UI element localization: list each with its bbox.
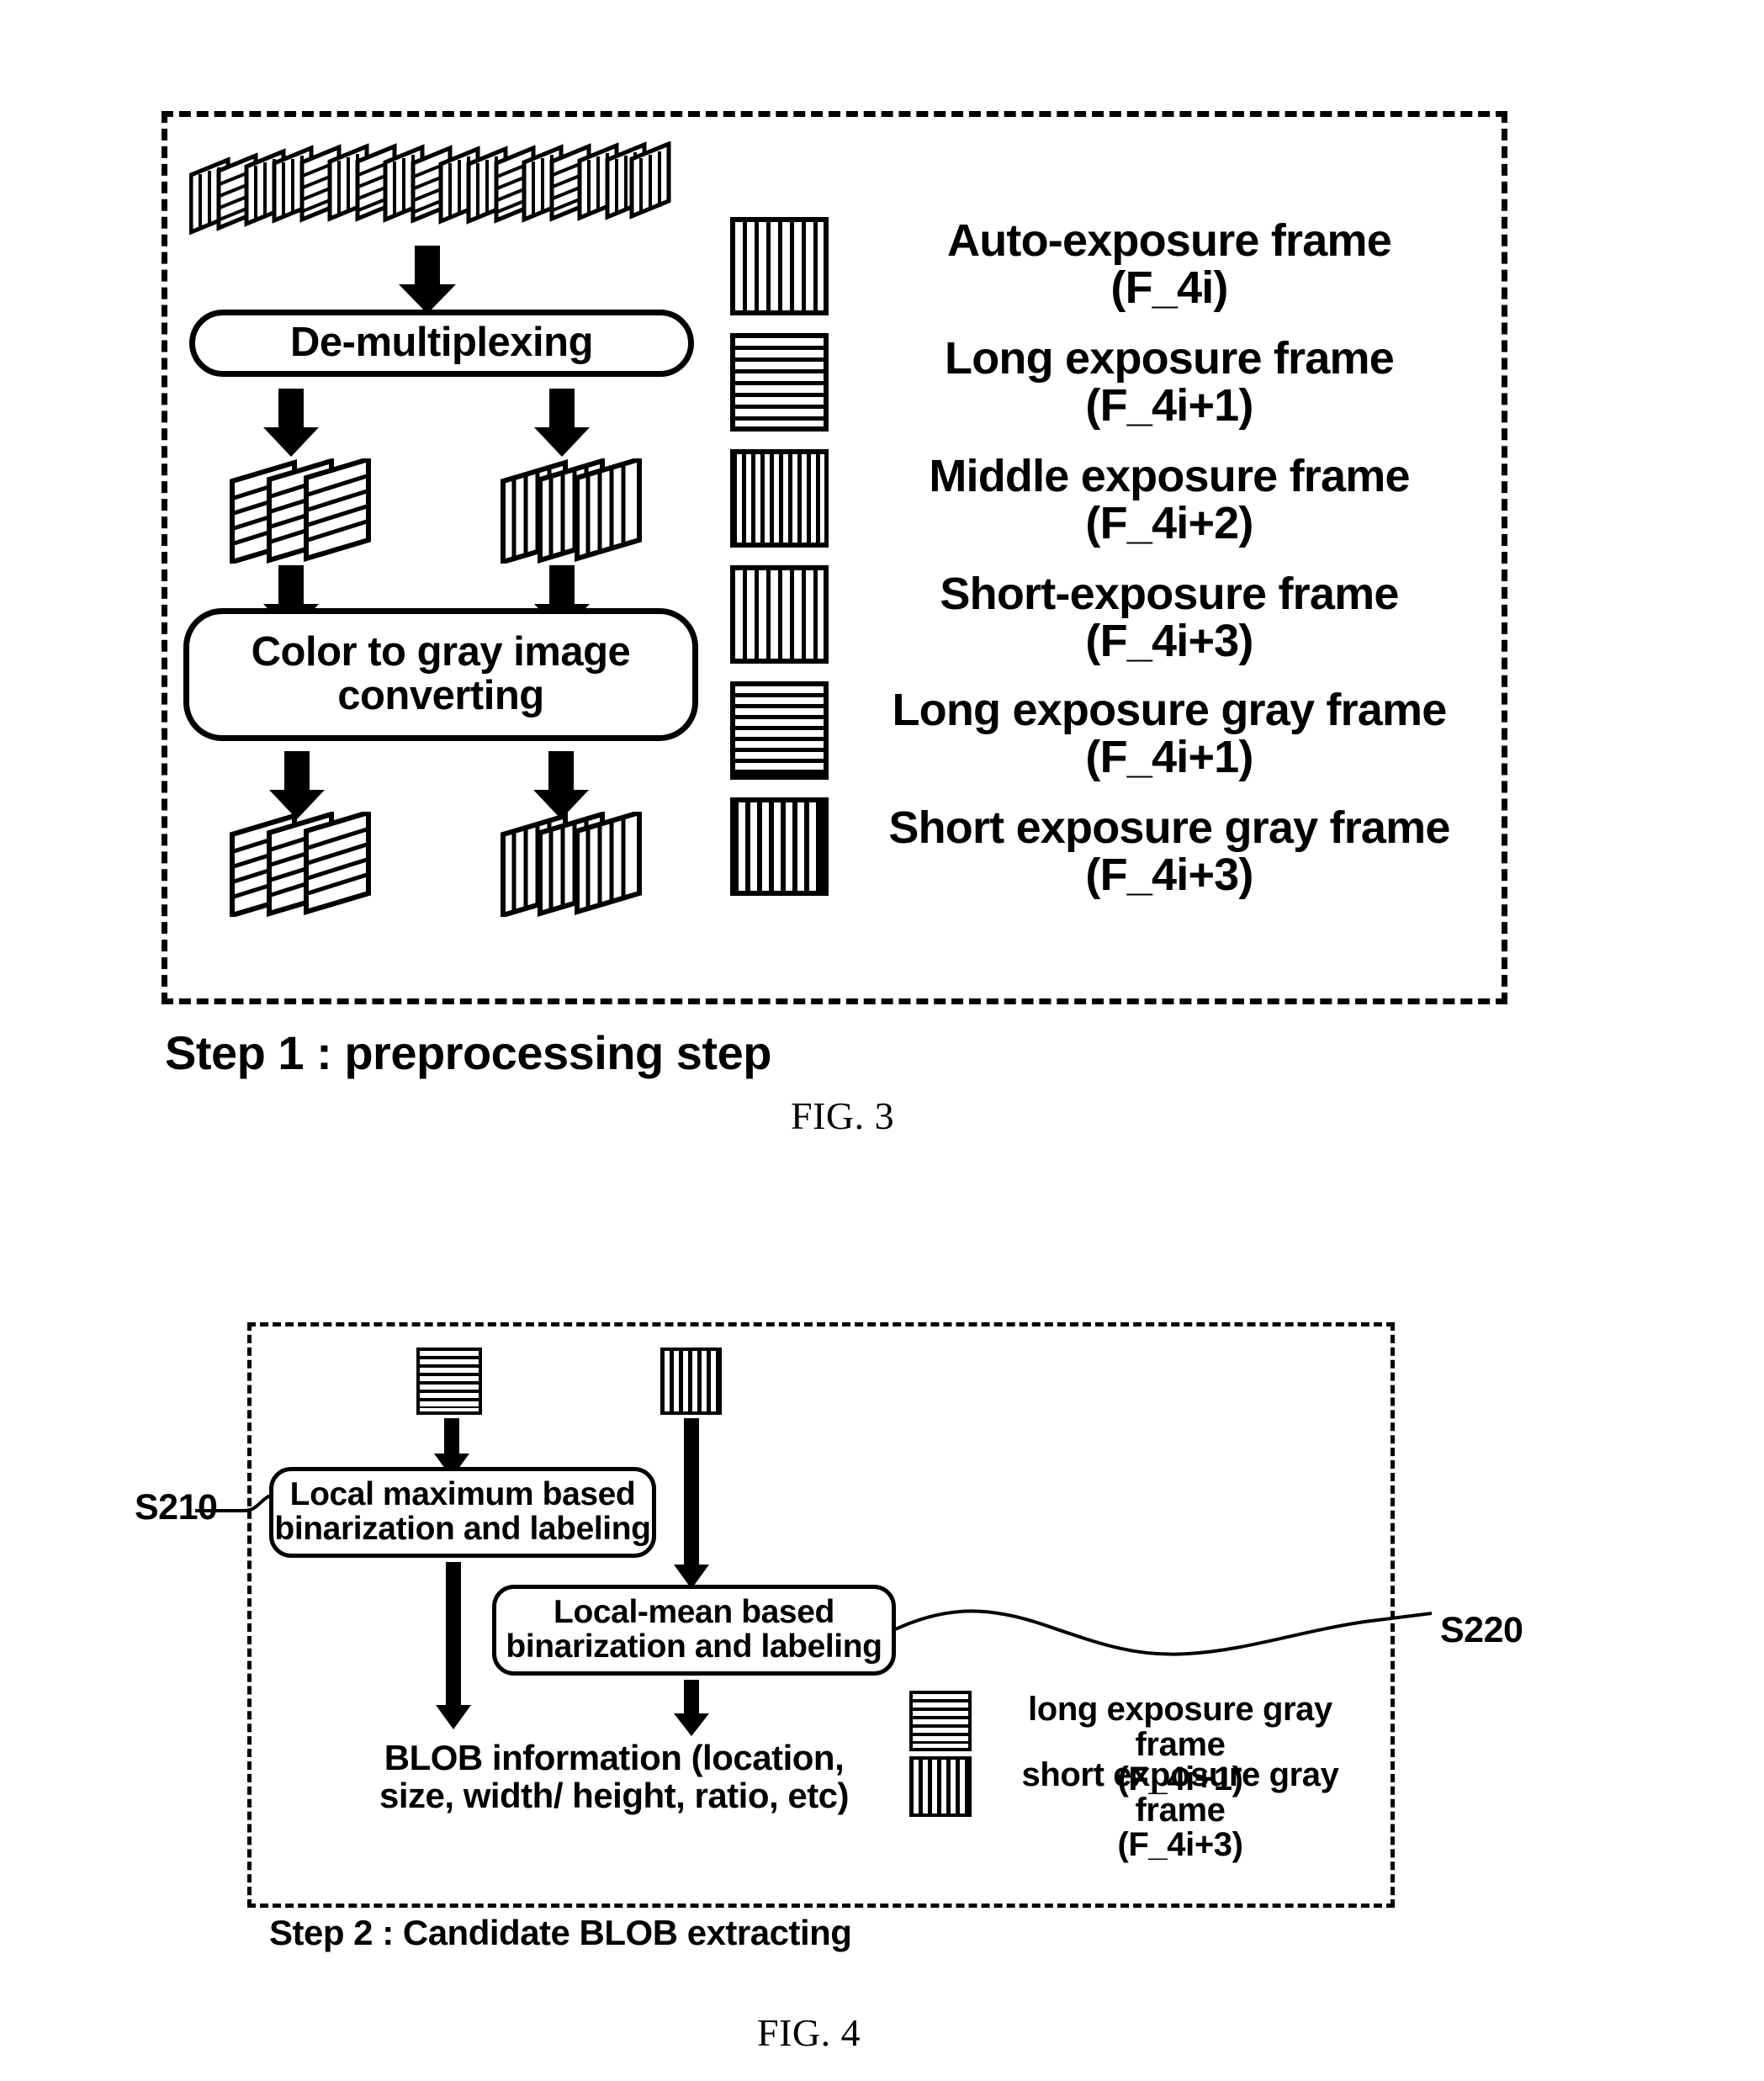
legend-label-auto-exposure-frame: Auto-exposure frame (F_4i) (947, 215, 1392, 314)
blob-information-output-label: BLOB information (location, size, width/… (379, 1738, 850, 1815)
short-exposure-gray-frames-icon (501, 808, 652, 919)
arrow-to-demultiplexing (397, 246, 458, 315)
arrow-gray-out-left (268, 751, 326, 820)
legend-swatch-long-exposure-frame (730, 333, 829, 432)
legend-label-middle-exposure-frame: Middle exposure frame (F_4i+2) (929, 451, 1410, 549)
legend-label-short-exposure-gray-frame: Short exposure gray frame (F_4i+3) (888, 802, 1450, 901)
figure4-short-exposure-gray-frame-icon (660, 1348, 722, 1415)
input-frame-sequence-icon (189, 141, 673, 238)
figure4-long-exposure-gray-frame-icon (416, 1348, 482, 1415)
figure4-caption: FIG. 4 (757, 2011, 861, 2054)
figure3-step-caption: Step 1 : preprocessing step (165, 1026, 771, 1079)
arrow-local-maximum-to-blob (435, 1562, 473, 1730)
legend-swatch-middle-exposure-frame (730, 449, 829, 548)
legend-swatch-short-exposure-gray-frame (730, 797, 829, 896)
process-box-local-mean[interactable]: Local-mean based binarization and labeli… (492, 1585, 896, 1676)
figure4-legend-label-short-exposure-gray-frame: short exposure gray frame (F_4i+3) (1021, 1756, 1339, 1864)
legend-label-short-exposure-frame: Short-exposure frame (F_4i+3) (940, 569, 1399, 667)
long-exposure-gray-frames-icon (230, 808, 381, 919)
arrow-local-mean-to-blob (673, 1680, 711, 1737)
legend-label-long-exposure-frame: Long exposure frame (F_4i+1) (945, 333, 1395, 432)
long-exposure-color-frames-icon (230, 458, 381, 564)
figure4-step-caption: Step 2 : Candidate BLOB extracting (269, 1913, 852, 1952)
legend-label-long-exposure-gray-frame: Long exposure gray frame (F_4i+1) (892, 685, 1448, 783)
s220-reference-label: S220 (1440, 1610, 1523, 1650)
figure4-legend-swatch-short-exposure-gray-frame (909, 1756, 972, 1817)
legend-swatch-auto-exposure-frame (730, 217, 829, 315)
process-box-local-maximum[interactable]: Local maximum based binarization and lab… (269, 1467, 656, 1558)
legend-swatch-long-exposure-gray-frame (730, 681, 829, 780)
s220-leader-line (893, 1590, 1433, 1674)
process-box-demultiplexing[interactable]: De-multiplexing (189, 310, 694, 377)
s210-reference-label: S210 (135, 1487, 218, 1528)
process-box-color-to-gray[interactable]: Color to gray image converting (183, 608, 698, 741)
figure3-caption: FIG. 3 (791, 1094, 895, 1137)
arrow-demux-left (262, 389, 320, 458)
short-exposure-color-frames-icon (501, 458, 652, 564)
arrow-gray-out-right (532, 751, 591, 820)
patent-figure-sheet: De-multiplexing Color to gray image conv… (0, 0, 1764, 2081)
arrow-demux-right (532, 389, 591, 458)
arrow-short-frame-to-local-mean (673, 1418, 711, 1590)
figure4-legend-swatch-long-exposure-gray-frame (909, 1691, 972, 1751)
legend-swatch-short-exposure-frame (730, 565, 829, 664)
